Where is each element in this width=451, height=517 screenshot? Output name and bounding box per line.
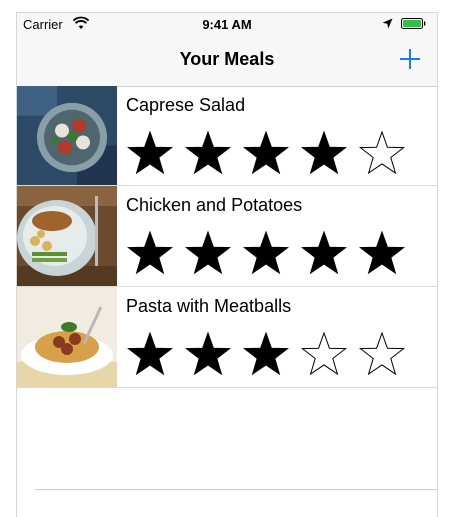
meal-row[interactable]: Caprese Salad	[17, 86, 437, 186]
meal-row[interactable]: Pasta with Meatballs	[17, 287, 437, 388]
location-arrow-icon	[382, 18, 393, 29]
phone-screen: Carrier 9:41 AM Your Meals Caprese Salad…	[16, 12, 438, 517]
filled-star-icon[interactable]	[125, 229, 175, 277]
filled-star-icon[interactable]	[125, 330, 175, 378]
meal-name: Chicken and Potatoes	[126, 195, 303, 215]
meal-list: Caprese Salad Chicken and Potatoes Pasta…	[17, 86, 437, 388]
filled-star-icon[interactable]	[183, 330, 233, 378]
filled-star-icon[interactable]	[183, 129, 233, 177]
filled-star-icon[interactable]	[241, 229, 291, 277]
meal-name: Pasta with Meatballs	[126, 296, 292, 316]
meal-row[interactable]: Chicken and Potatoes	[17, 186, 437, 287]
filled-star-icon[interactable]	[299, 129, 349, 177]
empty-star-icon[interactable]	[357, 129, 407, 177]
divider	[35, 489, 437, 490]
filled-star-icon[interactable]	[357, 229, 407, 277]
meal-photo	[17, 287, 117, 387]
meal-photo	[17, 86, 117, 185]
add-meal-button[interactable]	[397, 46, 423, 72]
empty-star-icon[interactable]	[299, 330, 349, 378]
plus-icon	[400, 49, 420, 69]
page-title: Your Meals	[179, 49, 275, 69]
battery-icon	[401, 18, 426, 29]
filled-star-icon[interactable]	[241, 129, 291, 177]
navigation-bar: Your Meals	[17, 35, 437, 87]
meal-photo	[17, 186, 117, 286]
filled-star-icon[interactable]	[125, 129, 175, 177]
filled-star-icon[interactable]	[183, 229, 233, 277]
empty-star-icon[interactable]	[357, 330, 407, 378]
filled-star-icon[interactable]	[241, 330, 291, 378]
meal-name: Caprese Salad	[126, 95, 246, 115]
filled-star-icon[interactable]	[299, 229, 349, 277]
status-bar: Carrier 9:41 AM	[17, 13, 437, 35]
status-time: 9:41 AM	[202, 17, 252, 32]
